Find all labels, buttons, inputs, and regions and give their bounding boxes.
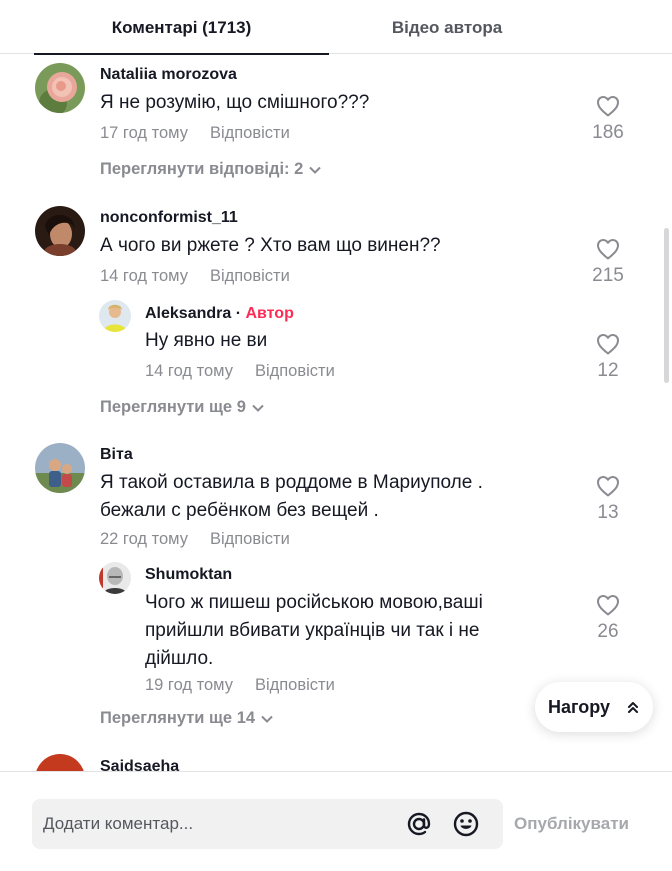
back-to-top-button[interactable]: Нагору — [535, 682, 653, 732]
avatar[interactable] — [35, 63, 85, 113]
comment-text: Я такой оставила в роддоме в Мариуполе .… — [100, 472, 483, 521]
tab-comments[interactable]: Коментарі (1713) — [34, 0, 329, 55]
reply-text: Ну явно не ви — [145, 330, 268, 351]
reply-time: 19 год тому — [145, 676, 233, 694]
heart-icon — [597, 96, 619, 117]
reply-meta: 19 год тому Відповісти — [145, 676, 335, 695]
heart-icon — [597, 595, 619, 616]
comment-meta: 17 год тому Відповісти — [100, 124, 290, 143]
reply-button[interactable]: Відповісти — [210, 124, 290, 142]
view-more-replies-button[interactable]: Переглянути ще 9 — [100, 398, 264, 417]
view-more-label: Переглянути ще 9 — [100, 398, 246, 416]
comments-tab-bar: Коментарі (1713) Відео автора — [0, 0, 672, 55]
comment-meta: 14 год тому Відповісти — [100, 267, 290, 286]
heart-icon — [597, 476, 619, 497]
like-button[interactable]: 12 — [578, 333, 638, 382]
comment-meta: 22 год тому Відповісти — [100, 530, 290, 549]
view-replies-label: Переглянути відповіді: 2 — [100, 160, 304, 178]
reply-username[interactable]: Shumoktan — [145, 566, 232, 584]
comment-time: 22 год тому — [100, 530, 188, 548]
comment-username[interactable]: Віта — [100, 446, 133, 464]
like-button[interactable]: 26 — [578, 594, 638, 643]
like-button[interactable]: 215 — [578, 238, 638, 287]
comment-text: Я не розумію, що смішного??? — [100, 92, 370, 113]
reply-username-label: Aleksandra — [145, 305, 232, 322]
like-count: 13 — [597, 502, 619, 523]
like-count: 12 — [597, 360, 619, 381]
chevron-double-up-icon — [628, 702, 638, 713]
emoji-icon[interactable] — [452, 810, 480, 838]
scrollbar-thumb[interactable] — [664, 228, 669, 383]
chevron-down-icon — [252, 404, 264, 412]
view-more-replies-button[interactable]: Переглянути ще 14 — [100, 709, 273, 728]
back-to-top-label: Нагору — [548, 697, 611, 717]
reply-meta: 14 год тому Відповісти — [145, 362, 335, 381]
reply-button[interactable]: Відповісти — [255, 362, 335, 380]
comment-username[interactable]: Nataliia morozova — [100, 66, 237, 84]
like-count: 215 — [592, 265, 624, 286]
chevron-down-icon — [261, 715, 273, 723]
like-count: 26 — [597, 621, 619, 642]
comment-time: 17 год тому — [100, 124, 188, 142]
reply-text: Чого ж пишеш російською мовою,ваші прийш… — [145, 592, 483, 669]
like-button[interactable]: 13 — [578, 475, 638, 524]
reply-button[interactable]: Відповісти — [255, 676, 335, 694]
avatar[interactable] — [99, 300, 131, 332]
mention-icon[interactable] — [405, 810, 433, 838]
avatar[interactable] — [99, 562, 131, 594]
comment-username[interactable]: nonconformist_11 — [100, 209, 238, 227]
comment-composer: Опублікувати — [0, 771, 672, 871]
avatar[interactable] — [35, 206, 85, 256]
heart-icon — [597, 239, 619, 260]
author-badge: Автор — [245, 305, 294, 322]
comment-input-box — [32, 799, 503, 849]
comment-input[interactable] — [43, 799, 393, 849]
avatar[interactable] — [35, 443, 85, 493]
heart-icon — [597, 334, 619, 355]
publish-button[interactable]: Опублікувати — [514, 799, 629, 849]
comment-time: 14 год тому — [100, 267, 188, 285]
comment-text: А чого ви ржете ? Хто вам що винен?? — [100, 235, 441, 256]
reply-username[interactable]: Aleksandra · Автор — [145, 305, 294, 323]
view-more-label: Переглянути ще 14 — [100, 709, 256, 727]
reply-time: 14 год тому — [145, 362, 233, 380]
tab-author-videos[interactable]: Відео автора — [329, 0, 565, 54]
reply-button[interactable]: Відповісти — [210, 267, 290, 285]
reply-button[interactable]: Відповісти — [210, 530, 290, 548]
like-button[interactable]: 186 — [578, 95, 638, 144]
view-replies-button[interactable]: Переглянути відповіді: 2 — [100, 160, 322, 179]
like-count: 186 — [592, 122, 624, 143]
chevron-down-icon — [309, 166, 322, 174]
